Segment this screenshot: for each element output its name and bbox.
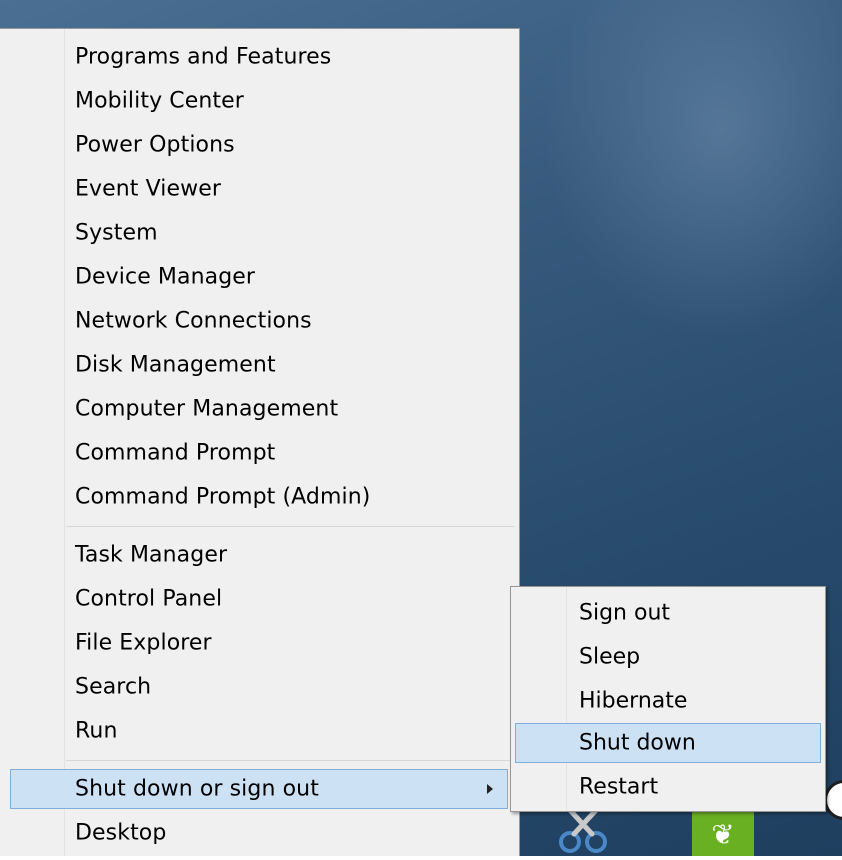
- menu-item-device-manager[interactable]: Device Manager: [0, 257, 518, 297]
- submenu-item-restart[interactable]: Restart: [515, 767, 821, 807]
- menu-item-command-prompt[interactable]: Command Prompt: [0, 433, 518, 473]
- menu-item-label: Run: [75, 718, 118, 744]
- menu-item-run[interactable]: Run: [0, 711, 518, 751]
- submenu-item-label: Restart: [579, 774, 659, 800]
- menu-item-event-viewer[interactable]: Event Viewer: [0, 169, 518, 209]
- menu-item-label: File Explorer: [75, 630, 212, 656]
- menu-item-label: Power Options: [75, 132, 235, 158]
- submenu-item-label: Hibernate: [579, 688, 688, 714]
- menu-item-mobility-center[interactable]: Mobility Center: [0, 81, 518, 121]
- menu-item-file-explorer[interactable]: File Explorer: [0, 623, 518, 663]
- submenu-item-hibernate[interactable]: Hibernate: [515, 681, 821, 721]
- menu-item-label: Network Connections: [75, 308, 312, 334]
- submenu-arrow-icon: [487, 784, 493, 794]
- menu-item-label: Device Manager: [75, 264, 256, 290]
- menu-item-disk-management[interactable]: Disk Management: [0, 345, 518, 385]
- elephant-icon: ❦: [711, 818, 735, 851]
- winx-menu: Programs and Features Mobility Center Po…: [0, 28, 520, 856]
- menu-item-computer-management[interactable]: Computer Management: [0, 389, 518, 429]
- menu-item-command-prompt-admin[interactable]: Command Prompt (Admin): [0, 477, 518, 517]
- menu-item-search[interactable]: Search: [0, 667, 518, 707]
- menu-item-label: Programs and Features: [75, 44, 332, 70]
- submenu-item-sleep[interactable]: Sleep: [515, 637, 821, 677]
- menu-item-label: Mobility Center: [75, 88, 244, 114]
- menu-separator: [66, 526, 514, 527]
- menu-item-network-connections[interactable]: Network Connections: [0, 301, 518, 341]
- menu-item-programs-and-features[interactable]: Programs and Features: [0, 37, 518, 77]
- menu-item-label: Disk Management: [75, 352, 276, 378]
- menu-item-label: Command Prompt (Admin): [75, 484, 371, 510]
- menu-item-system[interactable]: System: [0, 213, 518, 253]
- menu-item-label: Command Prompt: [75, 440, 276, 466]
- submenu-item-shut-down[interactable]: Shut down: [515, 723, 821, 763]
- submenu-item-sign-out[interactable]: Sign out: [515, 593, 821, 633]
- submenu-item-label: Sleep: [579, 644, 641, 670]
- menu-separator: [66, 760, 514, 761]
- menu-item-label: Control Panel: [75, 586, 223, 612]
- menu-item-label: System: [75, 220, 158, 246]
- submenu-item-label: Sign out: [579, 600, 671, 626]
- menu-item-label: Event Viewer: [75, 176, 222, 202]
- menu-item-power-options[interactable]: Power Options: [0, 125, 518, 165]
- menu-item-control-panel[interactable]: Control Panel: [0, 579, 518, 619]
- evernote-icon[interactable]: ❦: [692, 808, 754, 856]
- scissors-icon[interactable]: [548, 805, 618, 856]
- shutdown-submenu: Sign out Sleep Hibernate Shut down Resta…: [510, 586, 826, 812]
- menu-item-label: Search: [75, 674, 152, 700]
- menu-item-label: Computer Management: [75, 396, 339, 422]
- menu-item-task-manager[interactable]: Task Manager: [0, 535, 518, 575]
- menu-item-label: Desktop: [75, 820, 167, 846]
- menu-item-label: Task Manager: [75, 542, 228, 568]
- menu-item-desktop[interactable]: Desktop: [0, 813, 518, 853]
- menu-item-label: Shut down or sign out: [75, 776, 319, 802]
- menu-item-shut-down-or-sign-out[interactable]: Shut down or sign out: [10, 769, 508, 809]
- submenu-item-label: Shut down: [579, 730, 696, 756]
